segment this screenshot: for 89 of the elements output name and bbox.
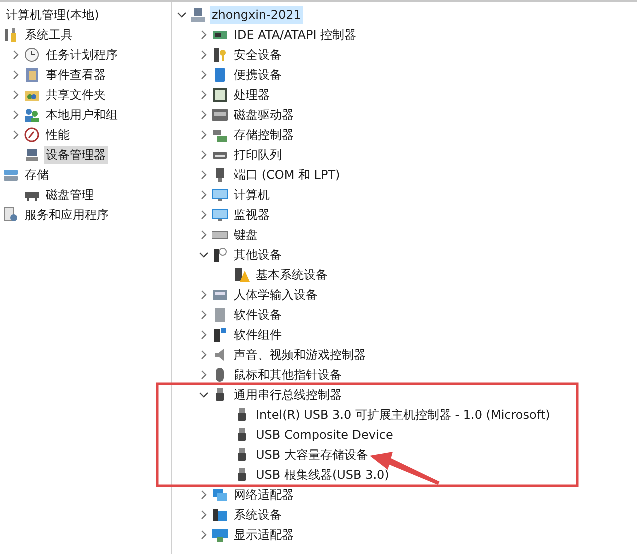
computer-icon bbox=[24, 147, 40, 163]
expand-icon[interactable] bbox=[200, 130, 208, 140]
expand-icon[interactable] bbox=[200, 110, 208, 120]
gauge-icon bbox=[24, 127, 40, 143]
component-icon bbox=[212, 327, 228, 343]
tree-item[interactable]: 网络适配器 bbox=[232, 486, 296, 504]
tree-item[interactable]: 计算机管理(本地) bbox=[4, 6, 102, 24]
tree-item[interactable]: 键盘 bbox=[232, 226, 260, 244]
expand-icon[interactable] bbox=[12, 90, 20, 100]
expand-icon[interactable] bbox=[200, 350, 208, 360]
clock-icon bbox=[24, 47, 40, 63]
expand-icon[interactable] bbox=[12, 70, 20, 80]
users-icon bbox=[24, 107, 40, 123]
tree-item[interactable]: 存储 bbox=[23, 166, 51, 184]
expand-icon[interactable] bbox=[200, 510, 208, 520]
storage-controller-icon bbox=[212, 127, 228, 143]
expand-icon[interactable] bbox=[200, 210, 208, 220]
tree-item[interactable]: 设备管理器 bbox=[44, 146, 108, 164]
expand-icon[interactable] bbox=[200, 190, 208, 200]
expand-icon[interactable] bbox=[200, 530, 208, 540]
tree-item[interactable]: 事件查看器 bbox=[44, 66, 108, 84]
tree-item[interactable]: 性能 bbox=[44, 126, 72, 144]
expand-icon[interactable] bbox=[12, 130, 20, 140]
unknown-device-icon bbox=[212, 247, 228, 263]
collapse-icon[interactable] bbox=[199, 391, 209, 399]
expand-icon[interactable] bbox=[200, 150, 208, 160]
tree-item[interactable]: 本地用户和组 bbox=[44, 106, 120, 124]
expand-icon[interactable] bbox=[200, 170, 208, 180]
tree-item[interactable]: 服务和应用程序 bbox=[23, 206, 111, 224]
tree-item[interactable]: Intel(R) USB 3.0 可扩展主机控制器 - 1.0 (Microsoft) bbox=[254, 406, 552, 424]
network-icon bbox=[212, 487, 228, 503]
tree-item[interactable]: USB 大容量存储设备 bbox=[254, 446, 370, 464]
tree-item[interactable]: 计算机 bbox=[232, 186, 272, 204]
processor-icon bbox=[212, 87, 228, 103]
tree-item[interactable]: 基本系统设备 bbox=[254, 266, 330, 284]
tree-item[interactable]: 系统工具 bbox=[23, 26, 75, 44]
tree-item[interactable]: 共享文件夹 bbox=[44, 86, 108, 104]
tree-item[interactable]: IDE ATA/ATAPI 控制器 bbox=[232, 26, 359, 44]
collapse-icon[interactable] bbox=[199, 251, 209, 259]
tree-item[interactable]: 人体学输入设备 bbox=[232, 286, 320, 304]
tree-item[interactable]: 系统设备 bbox=[232, 506, 284, 524]
tree-item[interactable]: 安全设备 bbox=[232, 46, 284, 64]
key-icon bbox=[212, 47, 228, 63]
tree-item[interactable]: 存储控制器 bbox=[232, 126, 296, 144]
tree-item[interactable]: 任务计划程序 bbox=[44, 46, 120, 64]
tree-item[interactable]: 鼠标和其他指针设备 bbox=[232, 366, 344, 384]
tree-item[interactable]: 声音、视频和游戏控制器 bbox=[232, 346, 368, 364]
tree-item[interactable]: USB Composite Device bbox=[254, 426, 396, 444]
services-icon bbox=[3, 207, 19, 223]
computer-icon bbox=[190, 7, 206, 23]
expand-icon[interactable] bbox=[200, 490, 208, 500]
tree-item[interactable]: 便携设备 bbox=[232, 66, 284, 84]
expand-icon[interactable] bbox=[200, 70, 208, 80]
tree-item[interactable]: 其他设备 bbox=[232, 246, 284, 264]
expand-icon[interactable] bbox=[200, 230, 208, 240]
expand-icon[interactable] bbox=[200, 30, 208, 40]
tree-item[interactable]: 软件设备 bbox=[232, 306, 284, 324]
warning-device-icon bbox=[234, 267, 250, 283]
tablet-icon bbox=[212, 67, 228, 83]
collapse-icon[interactable] bbox=[177, 11, 187, 19]
storage-icon bbox=[3, 167, 19, 183]
tree-item[interactable]: 磁盘驱动器 bbox=[232, 106, 296, 124]
tree-item[interactable]: zhongxin-2021 bbox=[210, 6, 304, 24]
expand-icon[interactable] bbox=[200, 290, 208, 300]
system-folder-icon bbox=[212, 507, 228, 523]
monitor-icon bbox=[212, 187, 228, 203]
expand-icon[interactable] bbox=[12, 110, 20, 120]
tree-item[interactable]: 打印队列 bbox=[232, 146, 284, 164]
tree-item[interactable]: 软件组件 bbox=[232, 326, 284, 344]
display-adapter-icon bbox=[212, 527, 228, 543]
tree-item[interactable]: 处理器 bbox=[232, 86, 272, 104]
input-device-icon bbox=[212, 287, 228, 303]
tree-item[interactable]: 端口 (COM 和 LPT) bbox=[232, 166, 342, 184]
tree-item[interactable]: 磁盘管理 bbox=[44, 186, 96, 204]
drive-icon bbox=[212, 107, 228, 123]
device-icon bbox=[212, 307, 228, 323]
expand-icon[interactable] bbox=[200, 370, 208, 380]
event-log-icon bbox=[24, 67, 40, 83]
tools-icon bbox=[3, 27, 19, 43]
tree-item[interactable]: 通用串行总线控制器 bbox=[232, 386, 344, 404]
expand-icon[interactable] bbox=[200, 330, 208, 340]
expand-icon[interactable] bbox=[200, 310, 208, 320]
tree-item[interactable]: USB 根集线器(USB 3.0) bbox=[254, 466, 392, 484]
monitor-icon bbox=[212, 207, 228, 223]
tree-item[interactable]: 显示适配器 bbox=[232, 526, 296, 544]
tree-item[interactable]: 监视器 bbox=[232, 206, 272, 224]
expand-icon[interactable] bbox=[12, 50, 20, 60]
expand-icon[interactable] bbox=[200, 50, 208, 60]
expand-icon[interactable] bbox=[200, 90, 208, 100]
